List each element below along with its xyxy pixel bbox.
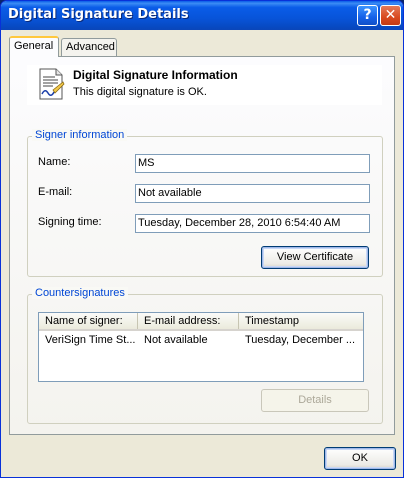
ok-button[interactable]: OK xyxy=(324,447,396,470)
close-button[interactable]: ✕ xyxy=(380,5,401,26)
countersignatures-group: Countersignatures Name of signer: E-mail… xyxy=(27,287,383,424)
signing-time-field[interactable]: Tuesday, December 28, 2010 6:54:40 AM xyxy=(135,214,370,233)
row-signer-cell: VeriSign Time St... xyxy=(45,334,136,346)
help-button[interactable]: ? xyxy=(357,5,378,26)
row-email-cell: Not available xyxy=(144,334,208,346)
title-bar[interactable]: Digital Signature Details ? ✕ xyxy=(1,1,403,30)
list-header: Name of signer: E-mail address: Timestam… xyxy=(39,313,363,331)
email-label: E-mail: xyxy=(38,186,73,198)
column-header-timestamp[interactable]: Timestamp xyxy=(239,313,363,329)
table-row[interactable]: VeriSign Time St... Not available Tuesda… xyxy=(39,332,363,349)
info-title: Digital Signature Information xyxy=(73,68,238,82)
tab-advanced[interactable]: Advanced xyxy=(61,38,117,56)
signer-group-label: Signer information xyxy=(32,129,128,141)
name-label: Name: xyxy=(38,156,71,168)
name-field[interactable]: MS xyxy=(135,154,370,173)
tab-general[interactable]: General xyxy=(9,36,59,57)
row-timestamp-cell: Tuesday, December ... xyxy=(245,334,356,346)
countersignatures-group-label: Countersignatures xyxy=(32,287,128,299)
column-header-email[interactable]: E-mail address: xyxy=(138,313,239,329)
view-certificate-button[interactable]: View Certificate xyxy=(261,246,369,269)
signer-information-group: Signer information Name: MS E-mail: Not … xyxy=(27,129,383,277)
details-button[interactable]: Details xyxy=(261,389,369,412)
countersignatures-list[interactable]: Name of signer: E-mail address: Timestam… xyxy=(38,312,364,382)
signing-time-label: Signing time: xyxy=(38,216,102,228)
tab-panel-general: Digital Signature Information This digit… xyxy=(9,56,395,435)
email-field[interactable]: Not available xyxy=(135,184,370,203)
signed-document-icon xyxy=(39,68,65,100)
signature-info-box: Digital Signature Information This digit… xyxy=(27,65,382,105)
column-header-signer[interactable]: Name of signer: xyxy=(39,313,138,329)
dialog-window: Digital Signature Details ? ✕ General Ad… xyxy=(0,0,404,478)
signature-status-text: This digital signature is OK. xyxy=(73,86,207,98)
window-title: Digital Signature Details xyxy=(8,7,189,22)
